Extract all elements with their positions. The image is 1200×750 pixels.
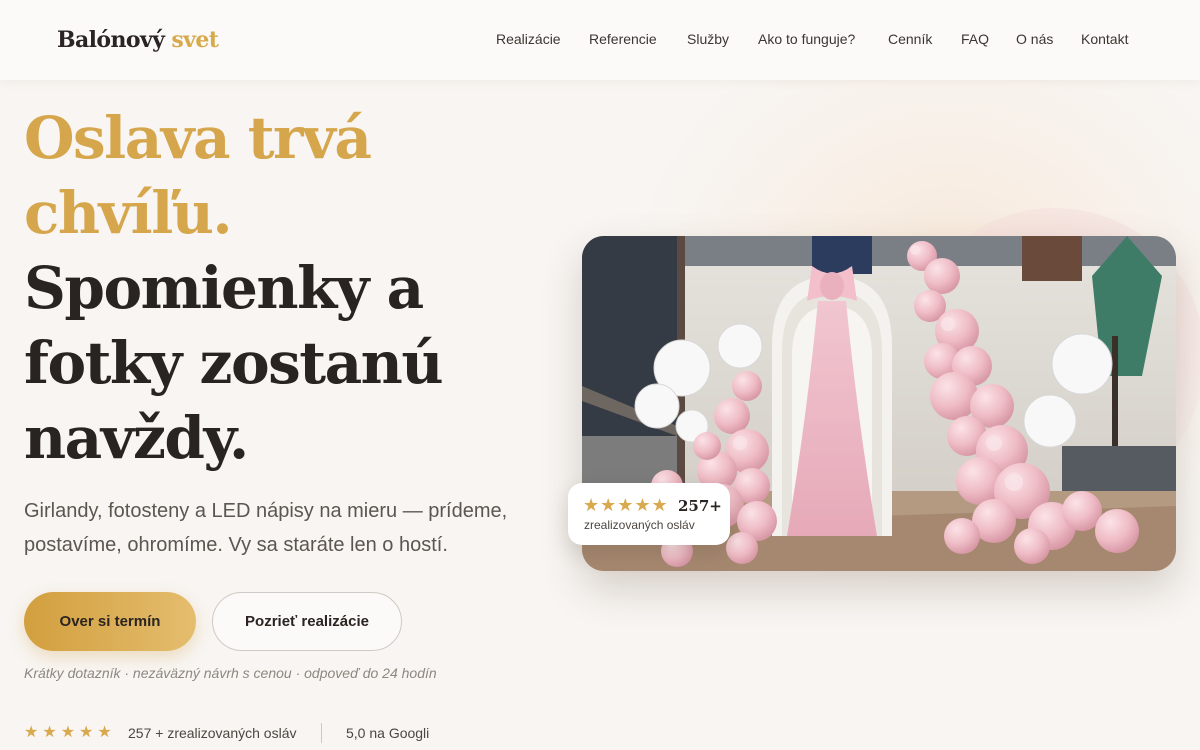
hero-note: Krátky dotazník · nezáväzný návrh s ceno… (24, 665, 437, 681)
hero-title: Oslava trvá chvíľu. Spomienky a fotky zo… (24, 101, 544, 476)
nav-item-realizacie[interactable]: Realizácie (496, 31, 561, 47)
view-projects-button[interactable]: Pozrieť realizácie (212, 592, 402, 651)
main-nav: Realizácie Referencie Služby Ako to fung… (0, 31, 1200, 51)
projects-count: 257 + zrealizovaných osláv (128, 725, 297, 741)
divider (321, 723, 322, 743)
hero-title-line: Spomienky a (24, 254, 424, 322)
hero-title-line: chvíľu. (24, 179, 233, 247)
hero-title-line: Oslava trvá (24, 104, 372, 172)
hero-subtitle: Girlandy, fotosteny a LED nápisy na mier… (24, 500, 508, 556)
nav-item-ako-to-funguje[interactable]: Ako to funguje? (758, 31, 855, 47)
star-icon: ★★★★★ (583, 495, 669, 515)
nav-item-o-nas[interactable]: O nás (1016, 31, 1053, 47)
nav-item-sluzby[interactable]: Služby (687, 31, 729, 47)
rating-card: ★★★★★ 257+ zrealizovaných osláv (568, 483, 730, 545)
social-proof: ★★★★★ 257 + zrealizovaných osláv 5,0 na … (24, 723, 524, 745)
rating-card-label: zrealizovaných osláv (584, 518, 695, 532)
rating-card-number: 257+ (678, 497, 722, 515)
hero-title-line: fotky zostanú (24, 329, 444, 397)
nav-item-faq[interactable]: FAQ (961, 31, 989, 47)
check-date-button[interactable]: Over si termín (24, 592, 196, 651)
site-header: Balónový svet Realizácie Referencie Služ… (0, 0, 1200, 80)
nav-item-kontakt[interactable]: Kontakt (1081, 31, 1128, 47)
nav-item-cennik[interactable]: Cenník (888, 31, 932, 47)
google-rating: 5,0 na Googli (346, 725, 430, 741)
nav-item-referencie[interactable]: Referencie (589, 31, 657, 47)
star-icon: ★★★★★ (24, 724, 116, 741)
hero-title-line: navždy. (24, 404, 249, 472)
